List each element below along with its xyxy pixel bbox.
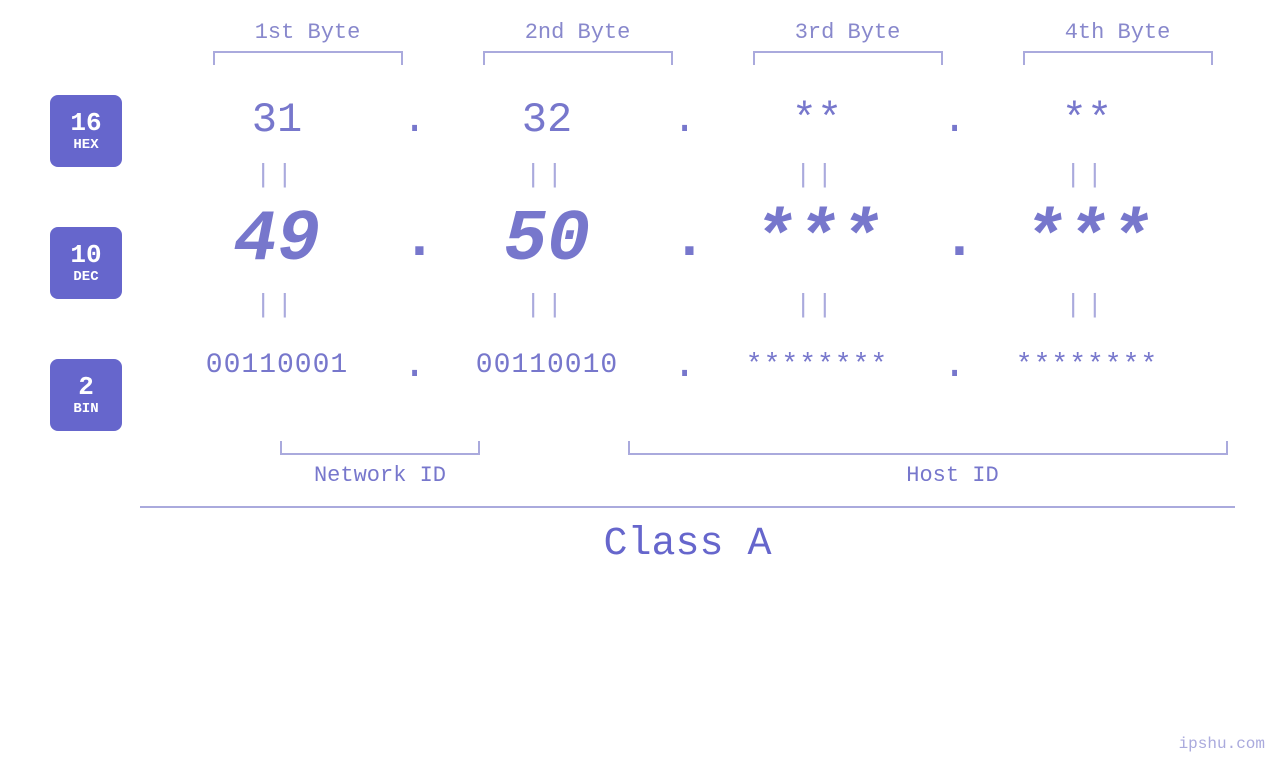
hex-badge: 16 HEX: [50, 95, 122, 167]
eq2-cell-4: ||: [952, 290, 1222, 320]
dec-val-1: 49: [234, 199, 320, 281]
eq-cell-2: ||: [412, 160, 682, 190]
footer-area: Class A: [0, 506, 1285, 567]
footer-bracket-line: [140, 506, 1235, 508]
bracket-1: [173, 51, 443, 65]
dec-row: 49 . 50 . *** . ***: [142, 195, 1285, 285]
watermark: ipshu.com: [1179, 735, 1265, 753]
dec-cell-3: ***: [682, 199, 952, 281]
network-id-label: Network ID: [140, 463, 620, 488]
main-container: 1st Byte 2nd Byte 3rd Byte 4th Byte 16 H…: [0, 0, 1285, 767]
class-label: Class A: [140, 522, 1235, 567]
bracket-4: [983, 51, 1253, 65]
hex-val-2: 32: [522, 96, 572, 144]
hex-cell-4: **: [952, 96, 1222, 144]
bin-badge-label: BIN: [73, 401, 98, 417]
top-bracket-row: [0, 51, 1285, 65]
bin-val-4: ********: [1016, 350, 1158, 381]
hex-val-1: 31: [252, 96, 302, 144]
values-grid: 31 . 32 . ** . ** || || || ||: [142, 85, 1285, 405]
dec-cell-2: 50: [412, 199, 682, 281]
eq-cell-1: ||: [142, 160, 412, 190]
bracket-line-1: [213, 51, 403, 65]
bin-cell-1: 00110001: [142, 350, 412, 381]
dec-val-4: ***: [1022, 199, 1152, 281]
dec-cell-4: ***: [952, 199, 1222, 281]
bracket-line-4: [1023, 51, 1213, 65]
byte-header-1: 1st Byte: [173, 20, 443, 45]
byte-header-3: 3rd Byte: [713, 20, 983, 45]
network-bracket-container: [140, 441, 620, 455]
host-bracket-container: [620, 441, 1235, 455]
dec-badge: 10 DEC: [50, 227, 122, 299]
host-id-label: Host ID: [620, 463, 1285, 488]
hex-cell-3: **: [682, 96, 952, 144]
bottom-bracket-row: [140, 441, 1235, 455]
eq-cell-4: ||: [952, 160, 1222, 190]
bin-badge: 2 BIN: [50, 359, 122, 431]
byte-header-4: 4th Byte: [983, 20, 1253, 45]
dec-cell-1: 49: [142, 199, 412, 281]
hex-row: 31 . 32 . ** . **: [142, 85, 1285, 155]
bin-val-2: 00110010: [476, 350, 618, 381]
dec-badge-label: DEC: [73, 269, 98, 285]
bracket-line-2: [483, 51, 673, 65]
bin-val-1: 00110001: [206, 350, 348, 381]
bracket-line-3: [753, 51, 943, 65]
dec-badge-number: 10: [70, 241, 101, 270]
bin-badge-number: 2: [78, 373, 94, 402]
hex-cell-2: 32: [412, 96, 682, 144]
hex-badge-label: HEX: [73, 137, 98, 153]
byte-header-2: 2nd Byte: [443, 20, 713, 45]
bracket-2: [443, 51, 713, 65]
id-labels-row: Network ID Host ID: [140, 463, 1285, 488]
dec-val-3: ***: [752, 199, 882, 281]
bracket-3: [713, 51, 983, 65]
bin-cell-4: ********: [952, 350, 1222, 381]
eq2-cell-1: ||: [142, 290, 412, 320]
bottom-bracket-area: Network ID Host ID: [0, 441, 1285, 488]
bin-val-3: ********: [746, 350, 888, 381]
hex-val-4: **: [1062, 96, 1112, 144]
host-bracket-line: [628, 441, 1228, 455]
eq2-cell-2: ||: [412, 290, 682, 320]
bin-row: 00110001 . 00110010 . ******** . *******…: [142, 325, 1285, 405]
main-content-area: 16 HEX 10 DEC 2 BIN 31 . 32: [0, 85, 1285, 431]
hex-badge-number: 16: [70, 109, 101, 138]
bin-cell-3: ********: [682, 350, 952, 381]
bin-cell-2: 00110010: [412, 350, 682, 381]
dec-val-2: 50: [504, 199, 590, 281]
hex-cell-1: 31: [142, 96, 412, 144]
equals-row-1: || || || ||: [142, 155, 1285, 195]
byte-headers-row: 1st Byte 2nd Byte 3rd Byte 4th Byte: [0, 20, 1285, 45]
hex-val-3: **: [792, 96, 842, 144]
badges-column: 16 HEX 10 DEC 2 BIN: [50, 95, 122, 431]
eq2-cell-3: ||: [682, 290, 952, 320]
eq-cell-3: ||: [682, 160, 952, 190]
equals-row-2: || || || ||: [142, 285, 1285, 325]
network-bracket-line: [280, 441, 480, 455]
